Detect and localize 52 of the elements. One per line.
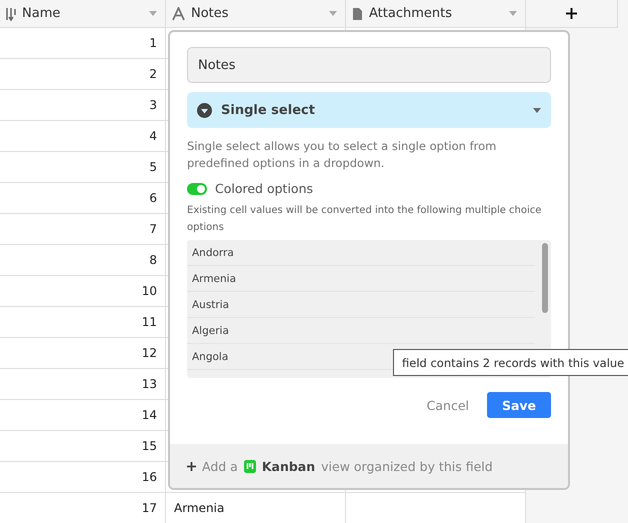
kanban-link[interactable]: Kanban <box>262 458 316 474</box>
sort-icon <box>6 6 16 20</box>
column-label: Name <box>22 6 62 21</box>
footer-text: view organized by this field <box>321 458 493 474</box>
dropdown-circle-icon <box>197 102 212 118</box>
table-cell: 15 <box>0 431 166 462</box>
table-cell: 4 <box>0 121 166 152</box>
column-label: Attachments <box>369 6 453 21</box>
file-icon <box>352 6 363 20</box>
cancel-button[interactable]: Cancel <box>422 394 473 416</box>
caret-icon[interactable] <box>509 11 517 16</box>
table-cell: 2 <box>0 59 166 90</box>
footer-text: Add a <box>202 458 238 474</box>
table-cell: Armenia <box>166 493 346 523</box>
column-header[interactable]: Notes <box>166 0 346 28</box>
field-type-dropdown[interactable]: Single select <box>187 92 551 128</box>
table-cell: 1 <box>0 28 166 59</box>
column-label: Notes <box>191 6 230 21</box>
option-item: Algeria <box>187 318 535 344</box>
scrollbar-thumb[interactable] <box>542 243 548 313</box>
field-name-input[interactable]: Notes <box>187 47 551 83</box>
text-type-icon <box>172 6 185 20</box>
table-cell: 8 <box>0 245 166 276</box>
plus-icon <box>187 462 196 470</box>
option-item: Armenia <box>187 266 535 292</box>
table-cell: 14 <box>0 400 166 431</box>
table-cell: 17 <box>0 493 166 523</box>
column-header[interactable]: Attachments <box>346 0 526 28</box>
table-cell: 12 <box>0 338 166 369</box>
table-cell: 16 <box>0 462 166 493</box>
caret-icon[interactable] <box>329 11 337 16</box>
option-item: Austria <box>187 292 535 318</box>
table-cell: 13 <box>0 369 166 400</box>
tooltip: field contains 2 records with this value <box>393 349 628 376</box>
table-cell: 11 <box>0 307 166 338</box>
kanban-icon <box>244 460 256 472</box>
conversion-note: Existing cell values will be converted into the following multiple choice options <box>187 204 542 235</box>
column-header[interactable]: Name <box>0 0 166 28</box>
save-button[interactable]: Save <box>487 392 551 418</box>
table-cell: 3 <box>0 90 166 121</box>
type-description: Single select allows you to select a single option from predefined options in a dropdown. <box>187 138 498 172</box>
toggle-label: Colored options <box>215 181 313 196</box>
table-cell: 10 <box>0 276 166 307</box>
option-item: Andorra <box>187 240 535 266</box>
table-cell: 7 <box>0 214 166 245</box>
table-cell: 6 <box>0 183 166 214</box>
caret-icon[interactable] <box>533 108 541 112</box>
add-column-button[interactable] <box>526 0 618 28</box>
plus-icon <box>566 8 577 19</box>
table-cell: 5 <box>0 152 166 183</box>
colored-options-toggle[interactable] <box>187 182 207 194</box>
caret-icon[interactable] <box>149 11 157 16</box>
